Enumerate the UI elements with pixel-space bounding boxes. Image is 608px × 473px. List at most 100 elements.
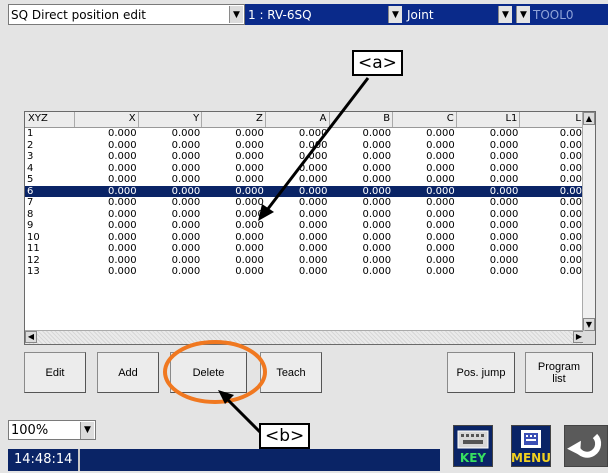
table-cell: 0.000: [235, 220, 264, 231]
table-row[interactable]: 10 0.000 0.000 0.000 0.000 0.000 0.000 0.000 0.0…: [25, 232, 584, 244]
table-cell: 0.000: [107, 220, 137, 231]
table-row[interactable]: 7 0.000 0.000 0.000 0.000 0.000 0.000 0.000 0.00: [25, 197, 584, 209]
program-select[interactable]: SQ Direct position edit ▼: [8, 4, 245, 25]
table-cell: 0.000: [298, 162, 328, 174]
key-label: KEY: [460, 451, 486, 465]
zoom-select[interactable]: 100% ▼: [8, 420, 96, 440]
add-button[interactable]: Add: [97, 352, 159, 393]
table-cell: 0.000: [362, 231, 392, 243]
table-row[interactable]: 11 0.000 0.000 0.000 0.000 0.000 0.000 0.000 0.0…: [25, 243, 584, 255]
table-row[interactable]: 1 0.000 0.000 0.000 0.000 0.000 0.000 0.000 0.00: [25, 128, 584, 140]
table-cell: 0.000: [235, 266, 264, 277]
table-cell: 0.000: [489, 185, 519, 197]
table-cell: 0.000: [235, 197, 264, 208]
table-row[interactable]: 4 0.000 0.000 0.000 0.000 0.000 0.000 0.000 0.00: [25, 163, 584, 175]
table-cell: 0.000: [107, 174, 137, 185]
keyboard-button[interactable]: KEY: [453, 425, 493, 467]
table-row[interactable]: 8 0.000 0.000 0.000 0.000 0.000 0.000 0.000 0.00: [25, 209, 584, 221]
table-cell: 0.000: [107, 254, 137, 266]
table-row[interactable]: 5 0.000 0.000 0.000 0.000 0.000 0.000 0.000 0.00: [25, 174, 584, 186]
table-row[interactable]: 9 0.000 0.000 0.000 0.000 0.000 0.000 0.000 0.00: [25, 220, 584, 232]
table-cell: 0.000: [362, 151, 392, 162]
column-header[interactable]: L: [520, 112, 584, 127]
row-id: 4: [27, 162, 34, 174]
table-cell: 0.000: [489, 231, 519, 243]
chevron-down-icon[interactable]: ▼: [229, 6, 243, 23]
table-cell: 0.000: [426, 243, 455, 254]
table-cell: 0.000: [107, 243, 137, 254]
column-header[interactable]: C: [393, 112, 457, 127]
column-header[interactable]: A: [266, 112, 330, 127]
table-cell: 0.000: [489, 128, 519, 139]
table-cell: 0.000: [171, 185, 201, 197]
table-cell: 0.00: [559, 254, 582, 266]
table-cell: 0.00: [559, 266, 582, 277]
table-row[interactable]: 13 0.000 0.000 0.000 0.000 0.000 0.000 0.000 0.0…: [25, 266, 584, 278]
position-table[interactable]: XYZ X Y Z A B C L1 L 1 0.000 0.000 0.000 0.000 0.000 0…: [24, 111, 596, 345]
column-header[interactable]: Z: [202, 112, 266, 127]
pos-jump-button[interactable]: Pos. jump: [447, 352, 515, 393]
table-cell: 0.000: [489, 174, 519, 185]
row-id: 3: [27, 151, 34, 162]
table-cell: 0.000: [171, 243, 201, 254]
row-id: 2: [27, 139, 34, 151]
tool-select[interactable]: ▼ TOOL0: [514, 4, 608, 25]
column-header[interactable]: Y: [139, 112, 203, 127]
table-row[interactable]: 3 0.000 0.000 0.000 0.000 0.000 0.000 0.000 0.00: [25, 151, 584, 163]
row-id: 11: [27, 243, 40, 254]
program-list-button[interactable]: Program list: [525, 352, 593, 393]
table-cell: 0.000: [426, 254, 455, 266]
back-arrow-icon: [567, 433, 602, 458]
table-cell: 0.000: [426, 139, 455, 151]
chevron-down-icon[interactable]: ▼: [516, 6, 530, 23]
table-cell: 0.00: [559, 197, 582, 208]
chevron-down-icon[interactable]: ▼: [498, 6, 512, 23]
column-header[interactable]: XYZ: [25, 112, 75, 127]
table-cell: 0.000: [107, 231, 137, 243]
table-row[interactable]: 2 0.000 0.000 0.000 0.000 0.000 0.000 0.000 0.00: [25, 140, 584, 152]
scroll-up-icon[interactable]: ▲: [583, 112, 595, 125]
table-cell: 0.000: [298, 185, 328, 197]
menu-button[interactable]: MENU: [511, 425, 551, 467]
jog-mode-select[interactable]: Joint ▼: [404, 4, 514, 25]
table-cell: 0.000: [426, 220, 455, 231]
table-cell: 0.000: [235, 162, 264, 174]
table-cell: 0.000: [489, 197, 519, 208]
edit-button[interactable]: Edit: [24, 352, 86, 393]
robot-select[interactable]: 1 : RV-6SQ ▼: [245, 4, 404, 25]
table-cell: 0.000: [362, 139, 392, 151]
table-cell: 0.000: [426, 208, 455, 220]
table-row[interactable]: 12 0.000 0.000 0.000 0.000 0.000 0.000 0.000 0.0…: [25, 255, 584, 267]
delete-button[interactable]: Delete: [170, 352, 247, 393]
chevron-down-icon[interactable]: ▼: [388, 6, 402, 23]
table-cell: 0.000: [362, 243, 392, 254]
table-cell: 0.000: [426, 128, 455, 139]
table-cell: 0.000: [171, 128, 201, 139]
teach-button[interactable]: Teach: [260, 352, 322, 393]
table-row[interactable]: 6 0.000 0.000 0.000 0.000 0.000 0.000 0.000 0.00: [25, 185, 584, 197]
table-cell: 0.000: [489, 139, 519, 151]
table-cell: 0.000: [298, 266, 328, 277]
table-cell: 0.000: [362, 162, 392, 174]
row-id: 13: [27, 266, 40, 277]
column-header[interactable]: L1: [457, 112, 521, 127]
table-cell: 0.000: [235, 151, 264, 162]
vertical-scrollbar[interactable]: ▲ ▼: [582, 112, 595, 331]
back-button[interactable]: [564, 425, 608, 467]
row-id: 9: [27, 220, 34, 231]
column-header[interactable]: B: [330, 112, 394, 127]
chevron-down-icon[interactable]: ▼: [80, 421, 94, 439]
table-cell: 0.000: [489, 220, 519, 231]
scroll-left-icon[interactable]: ◀: [25, 331, 37, 343]
table-cell: 0.000: [235, 139, 264, 151]
table-cell: 0.000: [171, 231, 201, 243]
table-cell: 0.00: [559, 243, 582, 254]
table-cell: 0.00: [559, 220, 582, 231]
table-cell: 0.000: [107, 208, 137, 220]
table-cell: 0.000: [171, 254, 201, 266]
table-cell: 0.000: [107, 139, 137, 151]
column-header[interactable]: X: [75, 112, 139, 127]
clock-time: 14:48:14: [8, 449, 81, 471]
horizontal-scrollbar[interactable]: ◀ ▶: [25, 330, 585, 344]
table-cell: 0.000: [107, 128, 137, 139]
